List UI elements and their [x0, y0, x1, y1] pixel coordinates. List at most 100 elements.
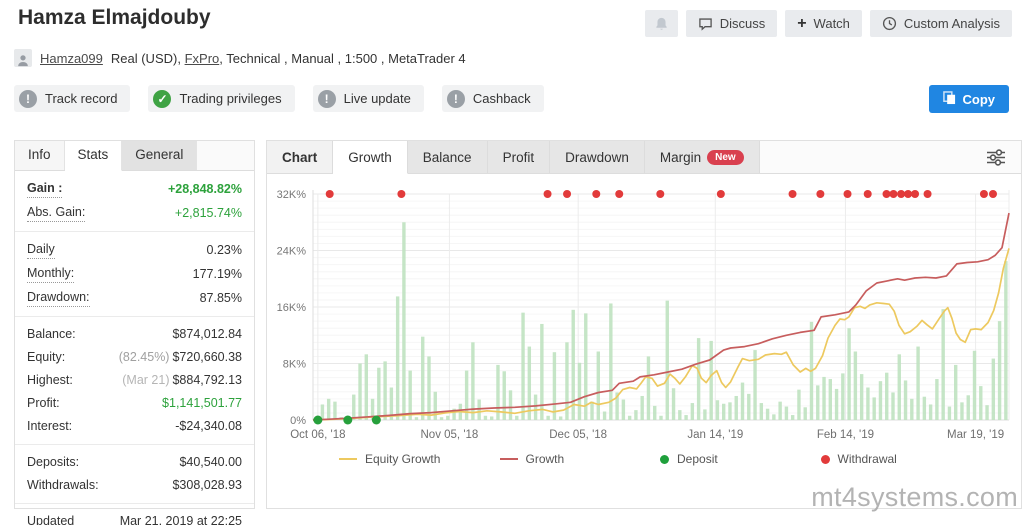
svg-text:Jan 14, '19: Jan 14, '19 — [687, 429, 743, 441]
stat-label: Interest: — [27, 418, 72, 435]
chart-settings-icon[interactable] — [985, 148, 1007, 172]
stat-label: Deposits: — [27, 454, 79, 471]
stat-row-profit: Profit:$1,141,501.77 — [15, 392, 254, 415]
chart-tab-chart: Chart — [267, 141, 333, 173]
stat-row-absgain: Abs. Gain: +2,815.74% — [15, 201, 254, 225]
legend-swatch — [660, 455, 669, 464]
badge-cashback[interactable]: !Cashback — [442, 85, 544, 112]
chart-tab-balance[interactable]: Balance — [408, 141, 488, 173]
clock-icon — [882, 16, 897, 31]
legend-withdrawal[interactable]: Withdrawal — [821, 452, 982, 466]
chart-legend: Equity Growth Growth Deposit Withdrawal — [267, 450, 1021, 466]
svg-text:Mar 19, '19: Mar 19, '19 — [947, 429, 1004, 441]
badge-track-record[interactable]: ! Track record — [14, 85, 130, 112]
chart-tab-label: Chart — [282, 150, 317, 165]
legend-swatch — [500, 458, 518, 460]
stat-label: Balance: — [27, 326, 76, 343]
chart-tab-margin[interactable]: MarginNew — [645, 141, 760, 173]
stat-value: 87.85% — [200, 290, 242, 307]
account-page: Hamza Elmajdouby Discuss + Watch Custom … — [0, 0, 1024, 525]
growth-chart[interactable]: Oct 06, '18Nov 05, '18Dec 05, '18Jan 14,… — [267, 178, 1021, 450]
stat-value: +28,848.82% — [168, 181, 242, 198]
stat-label: Gain : — [27, 180, 62, 198]
svg-text:32K%: 32K% — [277, 189, 307, 201]
chart-tab-profit[interactable]: Profit — [488, 141, 551, 173]
discuss-button[interactable]: Discuss — [686, 10, 778, 37]
exclamation-icon: ! — [447, 90, 465, 108]
legend-label: Equity Growth — [365, 452, 440, 466]
verification-badges: ! Track record ✓ Trading privileges! Live up… — [14, 85, 544, 112]
chart-tabs: Chart Growth Balance Profit Drawdown MarginNe… — [267, 141, 1021, 174]
badge-trading-privileges[interactable]: ✓ Trading privileges — [148, 85, 294, 112]
stat-row-withdrawals: Withdrawals: $308,028.93 — [15, 474, 254, 497]
legend-deposit[interactable]: Deposit — [660, 452, 821, 466]
exclamation-icon: ! — [318, 90, 336, 108]
chart-tab-label: Profit — [503, 150, 535, 165]
stat-label: Profit: — [27, 395, 60, 412]
stat-label: Drawdown: — [27, 289, 90, 307]
stat-row-balance: Balance: $874,012.84 — [15, 323, 254, 346]
legend-label: Withdrawal — [838, 452, 897, 466]
stat-value-prefix: (Mar 21) — [122, 373, 169, 387]
stat-label: Monthly: — [27, 265, 74, 283]
tab-stats[interactable]: Stats — [65, 141, 123, 171]
legend-swatch — [339, 458, 357, 460]
chart-tab-label: Drawdown — [565, 150, 629, 165]
chart-tab-label: Balance — [423, 150, 472, 165]
stats-panel: InfoStatsGeneral Gain : +28,848.82% Abs. G… — [14, 140, 255, 509]
divider — [15, 231, 254, 232]
stat-label: Updated — [27, 513, 74, 525]
stat-value: +2,815.74% — [175, 205, 242, 222]
stat-value: (Mar 21)$884,792.13 — [122, 372, 242, 389]
stat-label: Abs. Gain: — [27, 204, 85, 222]
stat-value: $40,540.00 — [179, 454, 242, 471]
plus-icon: + — [797, 16, 806, 32]
stat-value: 0.23% — [207, 242, 242, 259]
stat-row-monthly: Monthly: 177.19% — [15, 262, 254, 286]
badge-label: Live update — [344, 91, 411, 106]
legend-label: Growth — [526, 452, 565, 466]
tab-general[interactable]: General — [122, 141, 197, 170]
svg-text:8K%: 8K% — [283, 359, 306, 371]
stat-row-interest: Interest:-$24,340.08 — [15, 415, 254, 438]
stat-value: 177.19% — [193, 266, 242, 283]
stat-value: Mar 21, 2019 at 22:25 — [120, 513, 242, 525]
exclamation-icon: ! — [19, 90, 37, 108]
svg-text:Oct 06, '18: Oct 06, '18 — [290, 429, 345, 441]
notifications-button[interactable] — [645, 10, 678, 37]
stat-row-equity: Equity:(82.45%)$720,660.38 — [15, 346, 254, 369]
stats-panel-tabs: InfoStatsGeneral — [15, 141, 254, 171]
tab-info[interactable]: Info — [15, 141, 65, 170]
custom-analysis-button[interactable]: Custom Analysis — [870, 10, 1012, 37]
watch-button[interactable]: + Watch — [785, 10, 862, 37]
divider — [15, 316, 254, 317]
stat-row-highest: Highest:(Mar 21)$884,792.13 — [15, 369, 254, 392]
stat-value: $874,012.84 — [172, 326, 242, 343]
account-info-row: Hamza099 Real (USD), FxPro, Technical , … — [14, 49, 466, 67]
divider — [15, 503, 254, 504]
broker-link[interactable]: FxPro — [185, 51, 220, 66]
badge-label: Track record — [45, 91, 117, 106]
check-icon: ✓ — [153, 90, 171, 108]
legend-equity-growth[interactable]: Equity Growth — [339, 452, 500, 466]
new-badge: New — [707, 150, 744, 165]
legend-label: Deposit — [677, 452, 718, 466]
stat-row-updated: Updated Mar 21, 2019 at 22:25 — [15, 510, 254, 525]
discuss-icon — [698, 17, 713, 31]
chart-tab-growth[interactable]: Growth — [333, 141, 408, 174]
divider — [15, 444, 254, 445]
stat-label: Daily — [27, 241, 55, 259]
badge-label: Trading privileges — [179, 91, 281, 106]
account-username-link[interactable]: Hamza099 — [40, 51, 103, 66]
svg-text:16K%: 16K% — [277, 302, 307, 314]
stats-list: Gain : +28,848.82% Abs. Gain: +2,815.74% Dai… — [15, 171, 254, 525]
badge-live-update[interactable]: ! Live update — [313, 85, 424, 112]
stat-label: Withdrawals: — [27, 477, 99, 494]
chart-tab-label: Growth — [348, 150, 392, 165]
legend-growth[interactable]: Growth — [500, 452, 661, 466]
copy-button[interactable]: Copy — [929, 85, 1010, 113]
chart-tab-drawdown[interactable]: Drawdown — [550, 141, 645, 173]
svg-text:Nov 05, '18: Nov 05, '18 — [421, 429, 479, 441]
stat-row-deposits: Deposits: $40,540.00 — [15, 451, 254, 474]
stat-value: $308,028.93 — [172, 477, 242, 494]
